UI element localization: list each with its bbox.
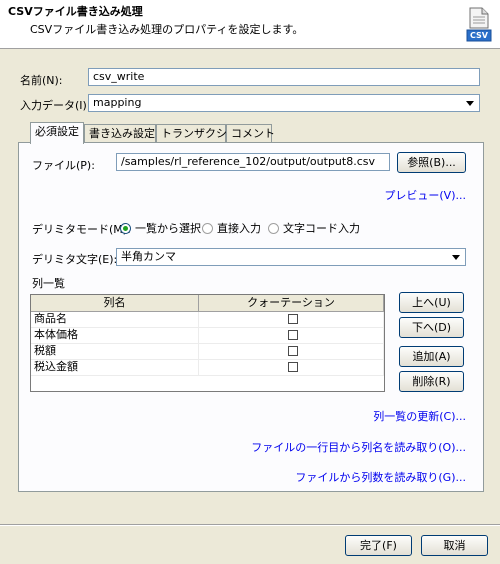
refresh-column-list-link[interactable]: 列一覧の更新(C)... — [250, 408, 466, 424]
dialog-description: CSVファイル書き込み処理のプロパティを設定します。 — [30, 23, 304, 36]
quotation-checkbox[interactable] — [287, 314, 298, 324]
radio-direct-input-label: 直接入力 — [217, 222, 261, 235]
chevron-down-icon — [463, 96, 477, 110]
finish-button[interactable]: 完了(F) — [345, 535, 412, 556]
csv-file-icon: CSV — [466, 6, 492, 42]
column-header-quotation: クォーテーション — [199, 295, 384, 311]
dialog-title: CSVファイル書き込み処理 — [8, 5, 143, 18]
read-column-count-link[interactable]: ファイルから列数を読み取り(G)... — [200, 469, 466, 485]
dialog-header: CSVファイル書き込み処理 CSVファイル書き込み処理のプロパティを設定します。… — [0, 0, 500, 49]
csv-icon-label: CSV — [470, 31, 488, 40]
table-row[interactable]: 税額 — [31, 344, 384, 360]
table-row[interactable]: 商品名 — [31, 312, 384, 328]
input-data-select[interactable]: mapping — [88, 94, 480, 112]
file-label: ファイル(P): — [32, 159, 95, 172]
column-name-cell: 税込金額 — [31, 360, 199, 375]
file-path-input[interactable]: /samples/rl_reference_102/output/output8… — [116, 153, 390, 171]
quotation-cell — [199, 360, 384, 375]
tab-comment[interactable]: コメント — [226, 124, 275, 143]
radio-unselected-icon — [202, 222, 213, 234]
name-input[interactable]: csv_write — [88, 68, 480, 86]
tab-transaction[interactable]: トランザクション — [156, 124, 249, 143]
quotation-cell — [199, 344, 384, 359]
quotation-cell — [199, 312, 384, 327]
radio-unselected-icon — [268, 222, 279, 234]
move-down-button[interactable]: 下へ(D) — [399, 317, 464, 338]
quotation-checkbox[interactable] — [287, 330, 298, 340]
radio-select-from-list[interactable]: 一覧から選択 — [120, 220, 201, 236]
input-data-label: 入力データ(I): — [20, 99, 91, 112]
delimiter-char-value: 半角カンマ — [121, 250, 176, 263]
table-row[interactable]: 本体価格 — [31, 328, 384, 344]
delimiter-char-select[interactable]: 半角カンマ — [116, 248, 466, 266]
delete-column-button[interactable]: 削除(R) — [399, 371, 464, 392]
preview-link[interactable]: プレビュー(V)... — [360, 187, 466, 203]
name-label: 名前(N): — [20, 74, 63, 87]
delimiter-mode-label: デリミタモード(M): — [32, 223, 131, 236]
radio-direct-input[interactable]: 直接入力 — [202, 220, 261, 236]
column-list-label: 列一覧 — [32, 277, 65, 290]
column-table[interactable]: 列名 クォーテーション 商品名 本体価格 税額 税込金額 — [30, 294, 385, 392]
quotation-checkbox[interactable] — [287, 362, 298, 372]
radio-char-code-input-label: 文字コード入力 — [283, 222, 360, 235]
radio-selected-icon — [120, 222, 131, 234]
radio-char-code-input[interactable]: 文字コード入力 — [268, 220, 360, 236]
tab-write-settings[interactable]: 書き込み設定 — [84, 124, 156, 143]
column-name-cell: 税額 — [31, 344, 199, 359]
column-header-name: 列名 — [31, 295, 199, 311]
cancel-button[interactable]: 取消 — [421, 535, 488, 556]
table-row[interactable]: 税込金額 — [31, 360, 384, 376]
column-name-cell: 本体価格 — [31, 328, 199, 343]
quotation-checkbox[interactable] — [287, 346, 298, 356]
delimiter-mode-group: 一覧から選択 直接入力 文字コード入力 — [120, 220, 460, 236]
chevron-down-icon — [449, 250, 463, 264]
add-column-button[interactable]: 追加(A) — [399, 346, 464, 367]
move-up-button[interactable]: 上へ(U) — [399, 292, 464, 313]
delimiter-char-label: デリミタ文字(E): — [32, 253, 118, 266]
footer-divider — [0, 524, 500, 526]
browse-button[interactable]: 参照(B)... — [397, 152, 466, 173]
column-table-header: 列名 クォーテーション — [31, 295, 384, 312]
input-data-value: mapping — [93, 96, 142, 109]
tab-required[interactable]: 必須設定 — [30, 122, 84, 144]
column-name-cell: 商品名 — [31, 312, 199, 327]
radio-select-from-list-label: 一覧から選択 — [135, 222, 201, 235]
quotation-cell — [199, 328, 384, 343]
read-header-row-link[interactable]: ファイルの一行目から列名を読み取り(O)... — [200, 439, 466, 455]
